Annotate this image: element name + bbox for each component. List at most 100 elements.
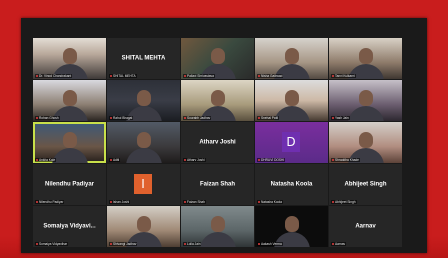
participant-video-head: [285, 90, 299, 106]
participant-video-body: [274, 106, 310, 121]
video-call-screen: Dr. Vinod Chandrakant SHITAL MEHTA SHITAL …: [21, 18, 427, 253]
participant-tile[interactable]: Somaiya Vidyavi... Somaiya Vidyavihar: [33, 206, 106, 247]
participant-tile[interactable]: Aditi: [107, 122, 180, 163]
participant-tile[interactable]: SHITAL MEHTA SHITAL MEHTA: [107, 38, 180, 79]
participant-label: Sourabh Jadhav: [183, 116, 212, 120]
participant-label-text: Faizan Shah: [187, 200, 205, 204]
participant-label: SHITAL MEHTA: [109, 74, 137, 78]
participant-tile[interactable]: Shivangi Jadhav: [107, 206, 180, 247]
participant-tile[interactable]: Faizan Shah Faizan Shah: [181, 164, 254, 205]
participant-label: Somaiya Vidyavihar: [35, 242, 69, 246]
participant-label-text: Ishan Joshi: [113, 200, 130, 204]
muted-mic-icon: [36, 117, 38, 120]
muted-mic-icon: [332, 243, 334, 246]
participant-tile[interactable]: Sourabh Jadhav: [181, 80, 254, 121]
participant-label: Aakash Verma: [257, 242, 283, 246]
participant-video-body: [52, 148, 88, 163]
participant-label-text: SHITAL MEHTA: [113, 74, 136, 78]
participant-tile[interactable]: Natasha Koola Natasha Koola: [255, 164, 328, 205]
participant-tile[interactable]: Pallavi Shrivastava: [181, 38, 254, 79]
participant-name: Somaiya Vidyavi...: [43, 222, 96, 229]
participant-label: Natasha Koola: [257, 200, 283, 204]
participant-label: Shivangi Jadhav: [109, 242, 138, 246]
participant-video-head: [137, 90, 151, 106]
participant-label-text: Lolla Jain: [187, 242, 201, 246]
participant-label: Nisha Gaikwad: [257, 74, 284, 78]
participant-label-text: Aarnav: [335, 242, 346, 246]
muted-mic-icon: [36, 75, 38, 78]
participant-tile[interactable]: Nilendhu Padiyar Nilendhu Padiyar: [33, 164, 106, 205]
participant-tile[interactable]: Lolla Jain: [181, 206, 254, 247]
participant-tile[interactable]: Aakash Verma: [255, 206, 328, 247]
participant-label: Ankita Kale: [35, 158, 57, 162]
participant-video-head: [63, 132, 77, 148]
muted-mic-icon: [184, 243, 186, 246]
participant-tile[interactable]: Rohan Ghosh: [33, 80, 106, 121]
participant-tile[interactable]: Yash Jain: [329, 80, 402, 121]
muted-mic-icon: [332, 117, 334, 120]
muted-mic-icon: [332, 201, 334, 204]
participant-video-body: [200, 232, 236, 247]
participant-tile[interactable]: Dr. Vinod Chandrakant: [33, 38, 106, 79]
participant-label-text: Yash Jain: [335, 116, 349, 120]
participant-label-text: Snehal Patil: [261, 116, 279, 120]
participant-avatar: D: [282, 132, 300, 152]
photo-frame: Dr. Vinod Chandrakant SHITAL MEHTA SHITAL …: [0, 0, 448, 267]
participant-tile[interactable]: Tanvi Kulkarni: [329, 38, 402, 79]
participant-tile[interactable]: Atharv Joshi Atharv Joshi: [181, 122, 254, 163]
muted-mic-icon: [36, 159, 38, 162]
muted-mic-icon: [332, 75, 334, 78]
participant-name: SHITAL MEHTA: [121, 54, 166, 61]
participant-label: Abhijeet Singh: [331, 200, 357, 204]
muted-mic-icon: [332, 159, 334, 162]
participant-tile[interactable]: Ankita Kale: [33, 122, 106, 163]
participant-name: Nilendhu Padiyar: [44, 180, 94, 187]
participant-label-text: Rahul Bhagat: [113, 116, 133, 120]
participant-tile[interactable]: Snehal Patil: [255, 80, 328, 121]
participant-label-text: Pallavi Shrivastava: [187, 74, 214, 78]
participant-label-text: Aakash Verma: [261, 242, 282, 246]
participant-name: Abhijeet Singh: [344, 180, 387, 187]
participant-grid: Dr. Vinod Chandrakant SHITAL MEHTA SHITAL …: [33, 38, 402, 247]
muted-mic-icon: [36, 243, 38, 246]
participant-video-head: [211, 90, 225, 106]
participant-label-text: Nisha Gaikwad: [261, 74, 283, 78]
muted-mic-icon: [184, 75, 186, 78]
participant-label: Snehal Patil: [257, 116, 280, 120]
participant-tile[interactable]: Abhijeet Singh Abhijeet Singh: [329, 164, 402, 205]
participant-name: Natasha Koola: [270, 180, 313, 187]
participant-name: Atharv Joshi: [199, 138, 236, 145]
participant-label-text: Sourabh Jadhav: [187, 116, 211, 120]
participant-tile[interactable]: I Ishan Joshi: [107, 164, 180, 205]
participant-video-head: [211, 48, 225, 64]
participant-video-head: [211, 216, 225, 232]
participant-label-text: Abhijeet Singh: [335, 200, 356, 204]
participant-label: Dr. Vinod Chandrakant: [35, 74, 73, 78]
participant-video-head: [285, 216, 299, 232]
participant-tile[interactable]: Shraddha Khade: [329, 122, 402, 163]
participant-tile[interactable]: Nisha Gaikwad: [255, 38, 328, 79]
participant-label-text: Rohan Ghosh: [39, 116, 59, 120]
participant-video-head: [63, 48, 77, 64]
participant-tile[interactable]: D DHRUVI DOSHI: [255, 122, 328, 163]
muted-mic-icon: [184, 201, 186, 204]
participant-video-head: [359, 132, 373, 148]
participant-label-text: Atharv Joshi: [187, 158, 205, 162]
participant-label: Rohan Ghosh: [35, 116, 60, 120]
muted-mic-icon: [258, 201, 260, 204]
participant-label-text: Shivangi Jadhav: [113, 242, 137, 246]
participant-label: Lolla Jain: [183, 242, 202, 246]
participant-label: Shraddha Khade: [331, 158, 360, 162]
muted-mic-icon: [258, 243, 260, 246]
participant-label: Atharv Joshi: [183, 158, 206, 162]
participant-video-head: [137, 216, 151, 232]
participant-label-text: Nilendhu Padiyar: [39, 200, 64, 204]
participant-label: Rahul Bhagat: [109, 116, 134, 120]
participant-tile[interactable]: Rahul Bhagat: [107, 80, 180, 121]
muted-mic-icon: [110, 243, 112, 246]
participant-tile[interactable]: Aarnav Aarnav: [329, 206, 402, 247]
participant-label: Faizan Shah: [183, 200, 206, 204]
muted-mic-icon: [110, 117, 112, 120]
participant-video-head: [285, 48, 299, 64]
participant-video-body: [348, 106, 384, 121]
